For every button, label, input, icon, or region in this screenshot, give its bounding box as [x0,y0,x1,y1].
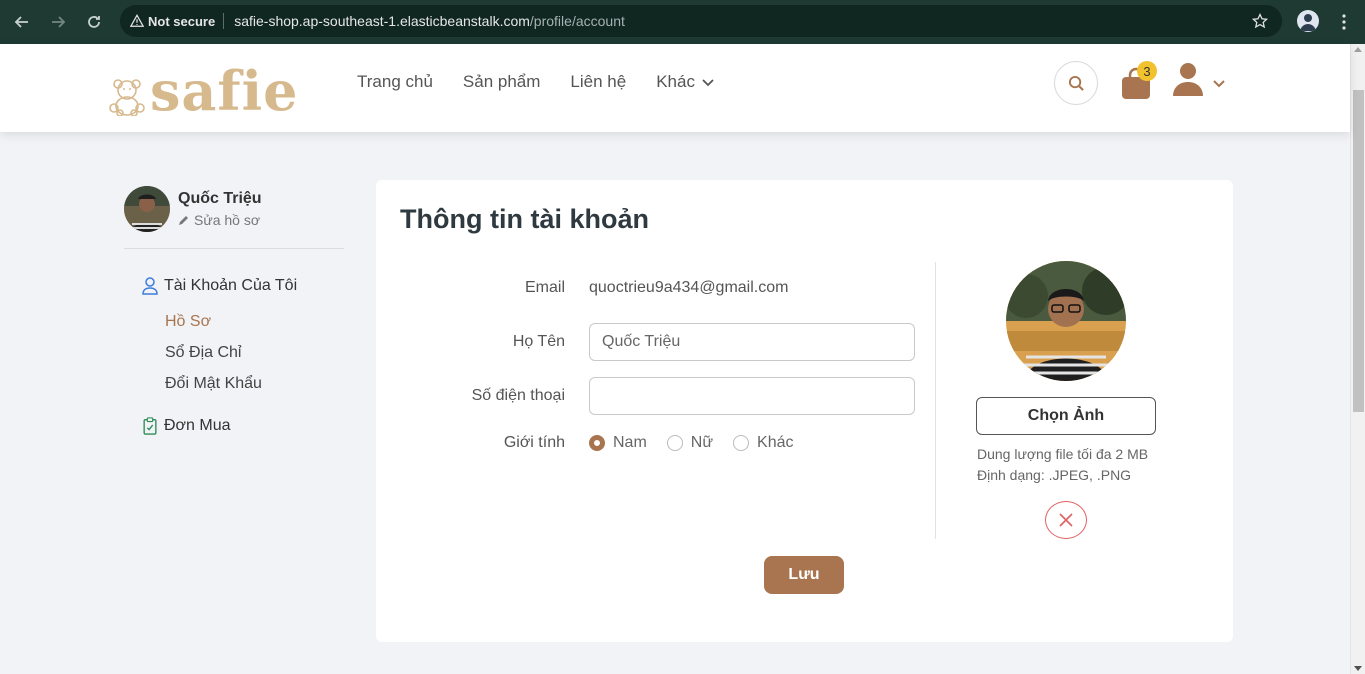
sidebar-user: Quốc Triệu Sửa hồ sơ [124,186,344,249]
user-outline-icon [142,277,158,295]
forward-icon[interactable] [40,4,76,40]
nav-contact[interactable]: Liên hệ [570,72,626,92]
browser-menu-icon[interactable] [1336,12,1352,32]
account-sidebar: Quốc Triệu Sửa hồ sơ Tài Khoản Của Tôi H… [124,186,344,435]
file-format-hint: Định dạng: .JPEG, .PNG [977,467,1132,483]
account-menu: Tài Khoản Của Tôi Hồ Sơ Sổ Địa Chỉ Đổi M… [124,277,344,393]
gender-option-female-label: Nữ [690,434,714,451]
sidebar-item-orders-label: Đơn Mua [164,417,231,434]
search-icon [1068,75,1084,91]
sidebar-user-name: Quốc Triệu [178,190,262,207]
nav-more-dropdown[interactable]: Khác [656,72,715,92]
address-divider [223,13,225,29]
pencil-icon [179,216,188,225]
avatar [124,186,170,232]
gender-option-male[interactable]: Nam [589,434,647,452]
gender-radio-group: Nam Nữ Khác [589,434,794,452]
logo-wordmark: safie [150,59,299,123]
search-button[interactable] [1054,61,1098,105]
scroll-down-arrow[interactable] [1354,666,1362,671]
radio-selected[interactable] [589,435,605,451]
chevron-down-icon [702,79,714,87]
email-label: Email [524,279,565,296]
security-label: Not secure [148,13,216,29]
address-bar[interactable]: Not secure safie-shop.ap-southeast-1.ela… [120,5,1282,37]
browser-profile-avatar[interactable] [1297,10,1319,32]
page-title: Thông tin tài khoản [400,204,649,234]
sidebar-item-profile[interactable]: Hồ Sơ [165,313,344,331]
profile-avatar-large [1006,261,1126,381]
phone-label: Số điện thoại [471,387,565,404]
url-host: safie-shop.ap-southeast-1.elasticbeansta… [234,13,530,29]
save-button[interactable]: Lưu [764,556,844,594]
email-value: quoctrieu9a434@gmail.com [589,279,789,296]
bookmark-star-icon[interactable] [1252,13,1268,29]
nav-more-label: Khác [656,72,695,91]
radio-unselected[interactable] [666,435,683,451]
radio-unselected[interactable] [733,435,750,451]
account-info-card: Thông tin tài khoản Email quoctrieu9a434… [376,180,1233,642]
url-text: safie-shop.ap-southeast-1.elasticbeansta… [234,13,625,29]
site-header: safie Trang chủ Sản phẩm Liên hệ Khác 3 [0,44,1350,132]
sidebar-item-orders[interactable]: Đơn Mua [142,417,344,435]
user-menu[interactable] [1172,62,1226,96]
name-field-value: Quốc Triệu [602,333,681,350]
sidebar-item-address-book[interactable]: Sổ Địa Chỉ [165,344,344,362]
sidebar-item-my-account[interactable]: Tài Khoản Của Tôi [142,277,344,295]
user-icon [1173,63,1203,96]
name-field[interactable]: Quốc Triệu [589,323,915,361]
site-logo[interactable]: safie [106,59,299,123]
gender-option-other-label: Khác [757,434,794,451]
browser-toolbar: Not secure safie-shop.ap-southeast-1.ela… [0,0,1365,44]
edit-profile-label: Sửa hồ sơ [194,212,261,228]
scroll-up-arrow[interactable] [1354,47,1362,52]
back-icon[interactable] [4,4,40,40]
close-icon [1059,513,1073,527]
account-submenu: Hồ Sơ Sổ Địa Chỉ Đổi Mật Khẩu [142,313,344,393]
gender-label: Giới tính [503,434,565,451]
choose-image-button[interactable]: Chọn Ảnh [976,397,1156,435]
scrollbar-thumb[interactable] [1353,90,1364,412]
teddy-bear-icon [109,79,145,116]
clipboard-check-icon [143,417,157,435]
sidebar-item-my-account-label: Tài Khoản Của Tôi [164,277,298,294]
nav-contact-label: Liên hệ [570,72,627,91]
remove-image-button[interactable] [1045,501,1087,539]
main-nav: Trang chủ Sản phẩm Liên hệ Khác [357,72,715,92]
reload-icon[interactable] [76,4,112,40]
file-size-hint: Dung lượng file tối đa 2 MB [977,446,1149,462]
nav-products-label: Sản phẩm [462,72,541,91]
page-scrollbar[interactable] [1350,44,1365,674]
nav-home-label: Trang chủ [357,72,433,91]
nav-home[interactable]: Trang chủ [357,72,433,92]
gender-option-other[interactable]: Khác [733,434,794,452]
chevron-down-icon [1213,80,1225,88]
phone-field[interactable] [589,377,915,415]
sidebar-item-change-password[interactable]: Đổi Mật Khẩu [165,375,344,393]
name-label: Họ Tên [512,333,565,350]
cart-count-badge: 3 [1137,61,1157,81]
url-path: /profile/account [529,13,625,29]
cart-button[interactable]: 3 [1120,61,1157,100]
gender-option-female[interactable]: Nữ [666,434,714,452]
gender-option-male-label: Nam [613,434,647,451]
form-divider [935,262,936,539]
security-indicator[interactable]: Not secure [130,14,215,29]
edit-profile-link[interactable]: Sửa hồ sơ [178,212,262,228]
nav-products[interactable]: Sản phẩm [463,72,541,92]
warning-icon [130,14,144,27]
orders-menu: Đơn Mua [124,417,344,435]
